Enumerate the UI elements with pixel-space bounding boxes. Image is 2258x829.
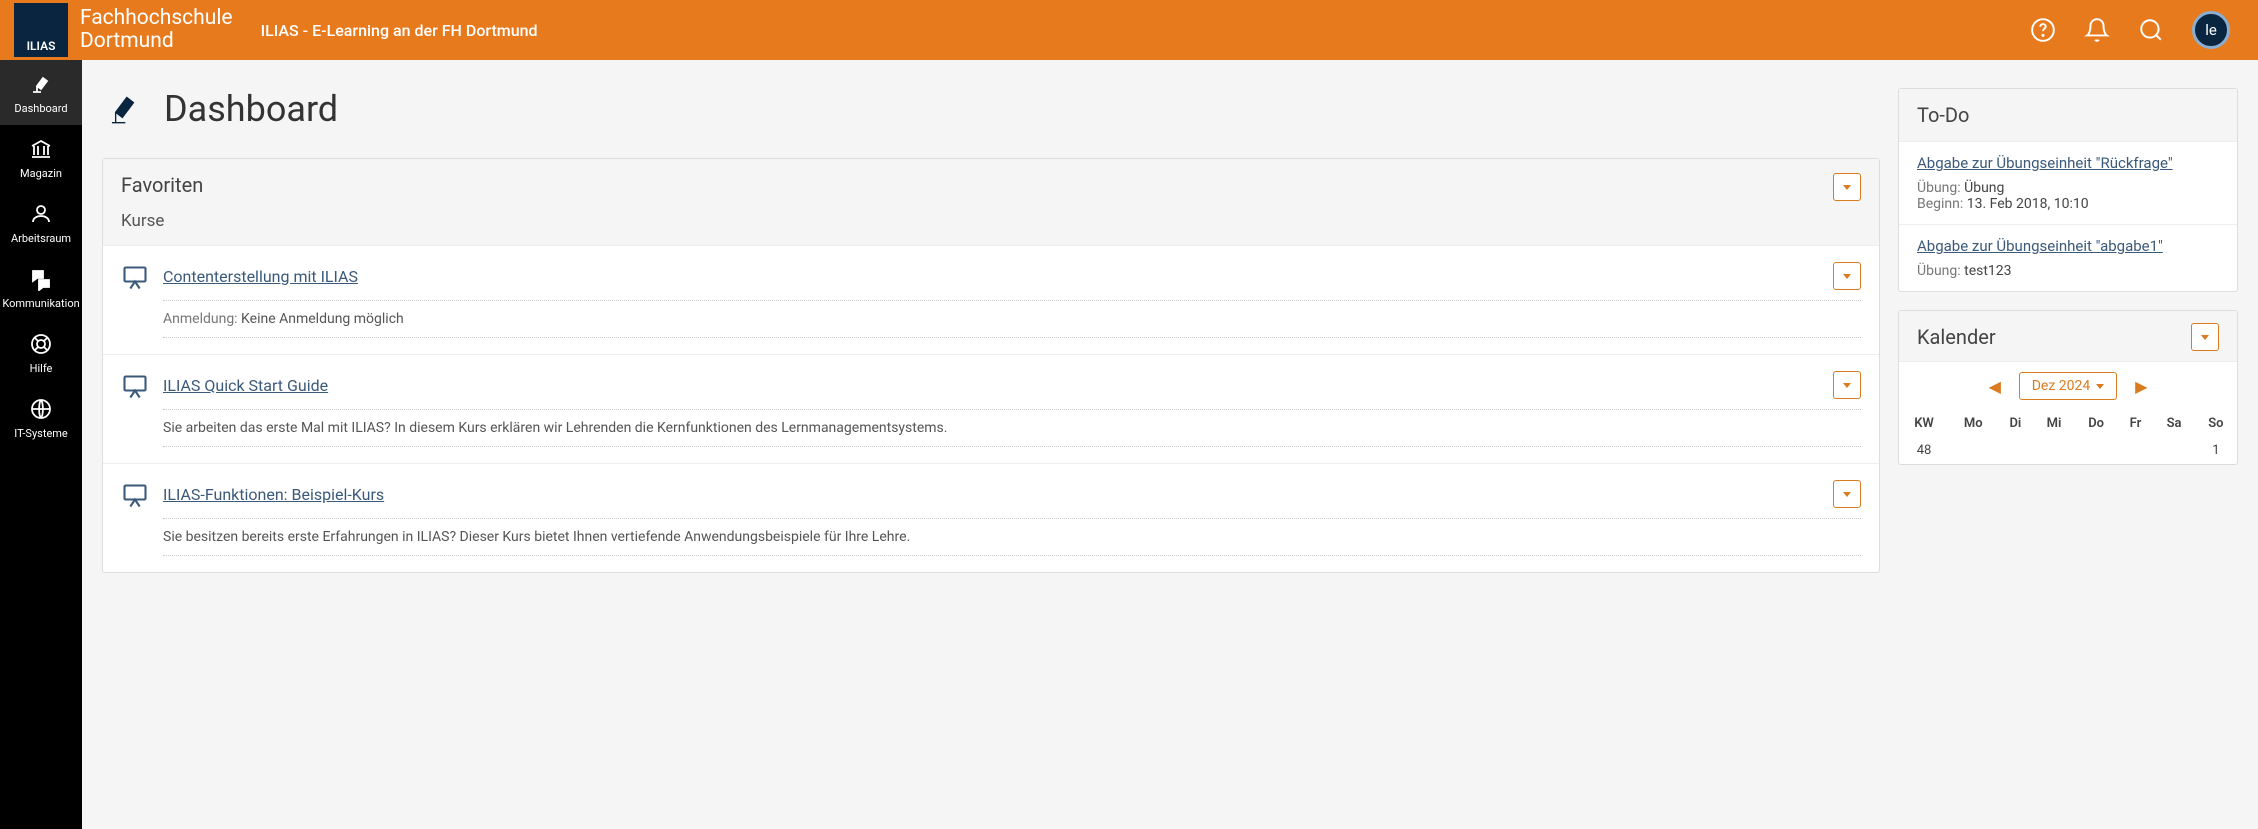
lifebuoy-icon	[29, 332, 53, 356]
favorites-title: Favoriten	[121, 173, 203, 197]
course-actions-dropdown[interactable]	[1833, 371, 1861, 399]
sidebar-item-dashboard[interactable]: Dashboard	[0, 60, 82, 125]
sidebar-item-arbeitsraum[interactable]: Arbeitsraum	[0, 190, 82, 255]
course-description: Sie besitzen bereits erste Erfahrungen i…	[163, 529, 1861, 556]
lamp-icon	[106, 90, 144, 128]
todo-line: Übung: Übung	[1917, 180, 2219, 196]
course-meta: Anmeldung: Keine Anmeldung möglich	[163, 311, 1861, 338]
cal-head-day: Di	[1997, 410, 2033, 437]
sidebar-item-it-systeme[interactable]: IT-Systeme	[0, 385, 82, 450]
cal-head-day: Mo	[1949, 410, 1997, 437]
course-link[interactable]: Contenterstellung mit ILIAS	[163, 267, 358, 286]
cal-day[interactable]	[1997, 437, 2033, 464]
cal-day[interactable]	[2033, 437, 2074, 464]
sidebar-item-kommunikation[interactable]: Kommunikation	[0, 255, 82, 320]
todo-item: Abgabe zur Übungseinheit "Rückfrage" Übu…	[1899, 142, 2237, 225]
calendar-prev[interactable]: ◀	[1985, 377, 2005, 396]
board-icon	[121, 373, 149, 401]
cal-day[interactable]	[2075, 437, 2118, 464]
sidebar-item-label: Kommunikation	[2, 297, 79, 310]
sidebar-item-label: Hilfe	[30, 362, 53, 375]
course-actions-dropdown[interactable]	[1833, 262, 1861, 290]
calendar-settings-dropdown[interactable]	[2191, 323, 2219, 351]
search-icon[interactable]	[2138, 17, 2164, 43]
course-item: Contenterstellung mit ILIAS Anmeldung: K…	[103, 246, 1879, 355]
todo-line: Beginn: 13. Feb 2018, 10:10	[1917, 196, 2219, 212]
lamp-icon	[29, 72, 53, 96]
cal-day[interactable]: 1	[2195, 437, 2237, 464]
sidebar-item-label: Magazin	[20, 167, 62, 180]
todo-title: To-Do	[1917, 103, 1969, 127]
calendar-nav: ◀ Dez 2024 ▶	[1899, 362, 2237, 410]
cal-day[interactable]	[2153, 437, 2194, 464]
calendar-month-label: Dez 2024	[2032, 378, 2091, 394]
todo-line: Übung: test123	[1917, 263, 2219, 279]
cal-head-day: Fr	[2118, 410, 2154, 437]
bank-icon	[29, 137, 53, 161]
cal-head-day: Sa	[2153, 410, 2194, 437]
avatar[interactable]: le	[2192, 11, 2230, 49]
bell-icon[interactable]	[2084, 17, 2110, 43]
sidebar: Dashboard Magazin Arbeitsraum Kommunikat…	[0, 60, 82, 829]
caret-down-icon	[1843, 185, 1851, 190]
course-description: Sie arbeiten das erste Mal mit ILIAS? In…	[163, 420, 1861, 447]
course-item: ILIAS-Funktionen: Beispiel-Kurs Sie besi…	[103, 464, 1879, 572]
board-icon	[121, 482, 149, 510]
cal-head-kw: KW	[1899, 410, 1949, 437]
todo-panel: To-Do Abgabe zur Übungseinheit "Rückfrag…	[1898, 88, 2238, 292]
course-actions-dropdown[interactable]	[1833, 480, 1861, 508]
calendar-panel: Kalender ◀ Dez 2024 ▶ KW Mo Di	[1898, 310, 2238, 465]
logo-block[interactable]: ILIAS Fachhochschule Dortmund	[0, 0, 233, 60]
header-title: ILIAS - E-Learning an der FH Dortmund	[261, 21, 538, 40]
cal-day[interactable]	[2118, 437, 2154, 464]
logo-square: ILIAS	[14, 3, 68, 57]
header: ILIAS Fachhochschule Dortmund ILIAS - E-…	[0, 0, 2258, 60]
cal-head-day: Do	[2075, 410, 2118, 437]
sidebar-item-magazin[interactable]: Magazin	[0, 125, 82, 190]
todo-item: Abgabe zur Übungseinheit "abgabe1" Übung…	[1899, 225, 2237, 291]
cal-day[interactable]	[1949, 437, 1997, 464]
caret-down-icon	[2201, 335, 2209, 340]
person-icon	[29, 202, 53, 226]
favorites-panel: Favoriten Kurse Contenterstellung mit IL…	[102, 158, 1880, 573]
sidebar-item-label: IT-Systeme	[14, 427, 68, 440]
chat-icon	[29, 267, 53, 291]
institution-name: Fachhochschule Dortmund	[80, 7, 233, 53]
board-icon	[121, 264, 149, 292]
calendar-title: Kalender	[1917, 325, 1996, 349]
page-title: Dashboard	[164, 88, 338, 130]
page-head: Dashboard	[102, 88, 1880, 130]
favorites-dropdown[interactable]	[1833, 173, 1861, 201]
globe-icon	[29, 397, 53, 421]
caret-down-icon	[1843, 383, 1851, 388]
course-item: ILIAS Quick Start Guide Sie arbeiten das…	[103, 355, 1879, 464]
todo-link[interactable]: Abgabe zur Übungseinheit "abgabe1"	[1917, 237, 2219, 255]
institution-line2: Dortmund	[80, 30, 233, 53]
sidebar-item-hilfe[interactable]: Hilfe	[0, 320, 82, 385]
calendar-next[interactable]: ▶	[2131, 377, 2151, 396]
todo-link[interactable]: Abgabe zur Übungseinheit "Rückfrage"	[1917, 154, 2219, 172]
cal-head-day: So	[2195, 410, 2237, 437]
cal-week-num: 48	[1899, 437, 1949, 464]
sidebar-item-label: Arbeitsraum	[11, 232, 71, 245]
sidebar-item-label: Dashboard	[14, 102, 67, 115]
course-link[interactable]: ILIAS-Funktionen: Beispiel-Kurs	[163, 485, 384, 504]
calendar-month-selector[interactable]: Dez 2024	[2019, 372, 2118, 400]
calendar-grid: KW Mo Di Mi Do Fr Sa So 48	[1899, 410, 2237, 464]
institution-line1: Fachhochschule	[80, 7, 233, 30]
cal-head-day: Mi	[2033, 410, 2074, 437]
caret-down-icon	[2096, 384, 2104, 389]
caret-down-icon	[1843, 274, 1851, 279]
caret-down-icon	[1843, 492, 1851, 497]
favorites-subtitle: Kurse	[121, 211, 203, 231]
help-icon[interactable]	[2030, 17, 2056, 43]
course-link[interactable]: ILIAS Quick Start Guide	[163, 376, 328, 395]
